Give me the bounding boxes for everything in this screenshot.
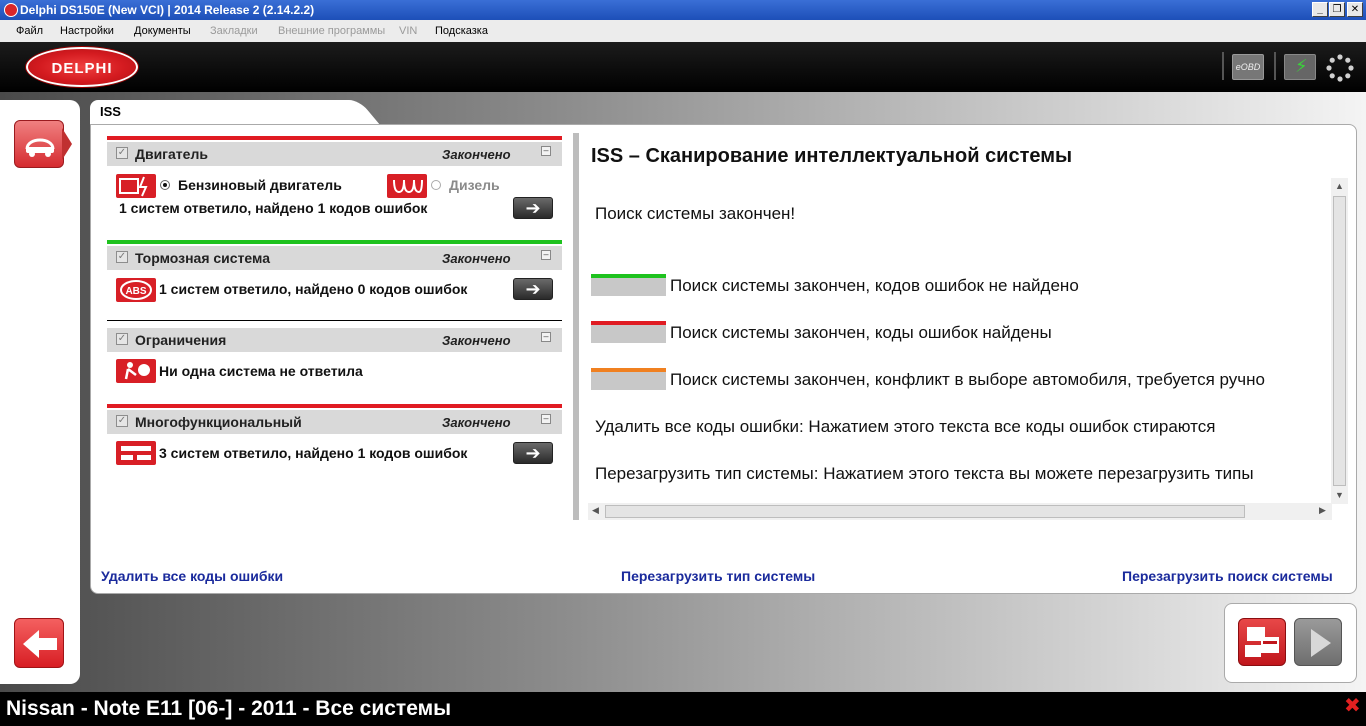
- panel-splitter[interactable]: [573, 133, 579, 520]
- multifunction-icon: [116, 441, 156, 465]
- menu-help[interactable]: Подсказка: [435, 25, 488, 37]
- group-name: Многофункциональный: [135, 414, 302, 430]
- iss-nav-button[interactable]: [14, 120, 64, 168]
- petrol-label: Бензиновый двигатель: [178, 177, 342, 193]
- delete-all-codes-link[interactable]: Удалить все коды ошибки: [101, 568, 283, 584]
- print-icon: [1245, 627, 1279, 657]
- scroll-thumb[interactable]: [605, 505, 1245, 518]
- app-icon: [4, 3, 18, 17]
- group-checkbox[interactable]: ✓: [116, 333, 128, 345]
- group-header: ✓ Двигатель Закончено –: [107, 142, 562, 166]
- engine-open-button[interactable]: ➔: [513, 197, 553, 219]
- menu-settings[interactable]: Настройки: [60, 25, 114, 37]
- status-line: [107, 240, 562, 244]
- car-icon: [25, 138, 55, 157]
- delete-help-text: Удалить все коды ошибки: Нажатием этого …: [595, 417, 1216, 436]
- header-separator: [1222, 52, 1224, 80]
- play-icon: [1311, 629, 1331, 657]
- app-header: DELPHI eOBD ⚡: [0, 42, 1366, 92]
- back-arrow-icon: [23, 630, 57, 658]
- battery-icon[interactable]: ⚡: [1284, 54, 1316, 80]
- group-header: ✓ Ограничения Закончено –: [107, 328, 562, 352]
- diesel-glowplug-icon: [387, 174, 427, 198]
- abs-icon: ABS: [116, 278, 156, 302]
- back-button[interactable]: [14, 618, 64, 668]
- horizontal-scrollbar[interactable]: ◀ ▶: [588, 503, 1332, 520]
- group-divider: [107, 238, 562, 239]
- reload-help-text: Перезагрузить тип системы: Нажатием этог…: [595, 464, 1254, 483]
- group-checkbox[interactable]: ✓: [116, 251, 128, 263]
- group-name: Двигатель: [135, 146, 208, 162]
- menu-vin[interactable]: VIN: [399, 25, 417, 37]
- svg-text:ABS: ABS: [125, 286, 146, 297]
- group-divider: [107, 320, 562, 321]
- title-bar: Delphi DS150E (New VCI) | 2014 Release 2…: [0, 0, 1366, 20]
- group-checkbox[interactable]: ✓: [116, 415, 128, 427]
- group-result: Ни одна система не ответила: [159, 363, 363, 379]
- vehicle-info: Nissan - Note E11 [06-] - 2011 - Все сис…: [6, 697, 452, 720]
- active-indicator: [62, 128, 72, 160]
- legend-text-ok: Поиск системы закончен, кодов ошибок не …: [670, 276, 1079, 295]
- group-name: Ограничения: [135, 332, 227, 348]
- minimize-button[interactable]: _: [1312, 2, 1328, 17]
- menu-bar: Файл Настройки Документы Закладки Внешни…: [0, 20, 1366, 42]
- eobd-button[interactable]: eOBD: [1232, 54, 1264, 80]
- group-header: ✓ Тормозная система Закончено –: [107, 246, 562, 270]
- info-title: ISS – Сканирование интеллектуальной сист…: [591, 145, 1073, 167]
- airbag-icon: [116, 359, 156, 383]
- group-name: Тормозная система: [135, 250, 270, 266]
- reload-system-type-link[interactable]: Перезагрузить тип системы: [621, 568, 815, 584]
- restore-button[interactable]: ❐: [1329, 2, 1345, 17]
- print-button[interactable]: [1238, 618, 1286, 666]
- group-status: Закончено: [442, 147, 511, 162]
- search-done-text: Поиск системы закончен!: [595, 204, 796, 223]
- legend-swatch-faults: [591, 321, 666, 343]
- iss-tab[interactable]: [90, 100, 340, 126]
- status-line: [107, 404, 562, 408]
- collapse-button[interactable]: –: [541, 332, 551, 342]
- window-title: Delphi DS150E (New VCI) | 2014 Release 2…: [20, 3, 315, 17]
- menu-external-programs[interactable]: Внешние программы: [278, 25, 385, 37]
- diesel-label: Дизель: [449, 177, 500, 193]
- group-result: 3 систем ответило, найдено 1 кодов ошибо…: [159, 445, 468, 461]
- reload-system-search-link[interactable]: Перезагрузить поиск системы: [1122, 568, 1333, 584]
- close-session-icon[interactable]: ✖: [1344, 693, 1361, 718]
- group-checkbox[interactable]: ✓: [116, 147, 128, 159]
- info-scroll-area: Поиск системы закончен! Поиск системы за…: [588, 176, 1348, 520]
- delphi-logo: DELPHI: [26, 47, 138, 87]
- header-separator: [1274, 52, 1276, 80]
- collapse-button[interactable]: –: [541, 250, 551, 260]
- info-content: Поиск системы закончен! Поиск системы за…: [588, 176, 1333, 504]
- next-button[interactable]: [1294, 618, 1342, 666]
- connection-spinner-icon: [1326, 54, 1354, 82]
- petrol-radio[interactable]: [160, 180, 170, 190]
- menu-documents[interactable]: Документы: [134, 25, 191, 37]
- menu-file[interactable]: Файл: [16, 25, 43, 37]
- group-status: Закончено: [442, 415, 511, 430]
- multifunction-open-button[interactable]: ➔: [513, 442, 553, 464]
- group-status: Закончено: [442, 251, 511, 266]
- legend-text-conflict: Поиск системы закончен, конфликт в выбор…: [670, 370, 1265, 389]
- tab-label: ISS: [100, 104, 121, 119]
- vertical-scrollbar[interactable]: ▲ ▼: [1331, 178, 1348, 504]
- group-result: 1 систем ответило, найдено 0 кодов ошибо…: [159, 281, 468, 297]
- legend-text-faults: Поиск системы закончен, коды ошибок найд…: [670, 323, 1052, 342]
- scroll-thumb[interactable]: [1333, 196, 1346, 486]
- collapse-button[interactable]: –: [541, 146, 551, 156]
- close-window-button[interactable]: ✕: [1347, 2, 1363, 17]
- legend-swatch-ok: [591, 274, 666, 296]
- status-line: [107, 136, 562, 140]
- group-header: ✓ Многофункциональный Закончено –: [107, 410, 562, 434]
- diesel-radio[interactable]: [431, 180, 441, 190]
- collapse-button[interactable]: –: [541, 414, 551, 424]
- group-status: Закончено: [442, 333, 511, 348]
- engine-petrol-icon: [116, 174, 156, 198]
- group-result: 1 систем ответило, найдено 1 кодов ошибо…: [119, 200, 428, 216]
- menu-bookmarks[interactable]: Закладки: [210, 25, 258, 37]
- brakes-open-button[interactable]: ➔: [513, 278, 553, 300]
- left-nav-panel: [0, 100, 80, 684]
- legend-swatch-conflict: [591, 368, 666, 390]
